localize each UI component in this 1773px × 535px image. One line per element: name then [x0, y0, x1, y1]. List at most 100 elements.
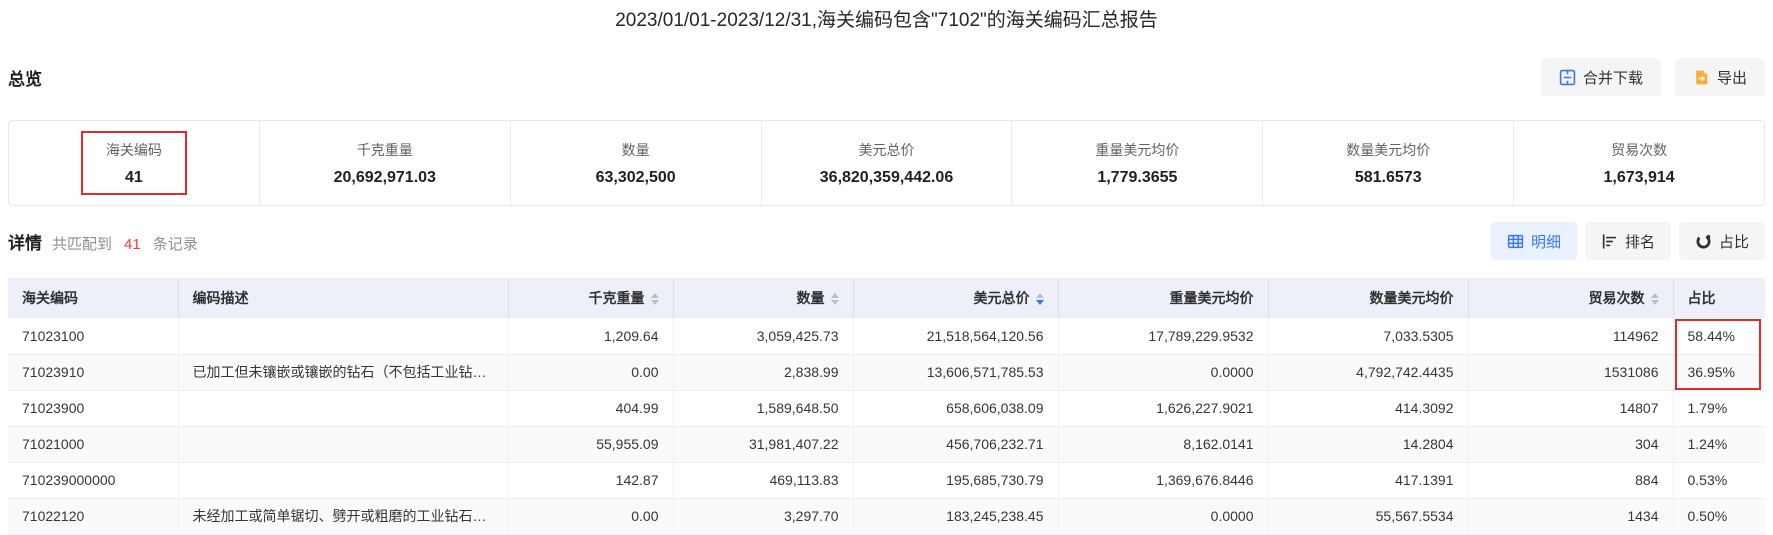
- cell-quantity: 3,059,425.73: [673, 318, 854, 355]
- donut-chart-icon: [1695, 233, 1712, 250]
- col-header-qty-avg-price: 数量美元均价: [1268, 278, 1469, 318]
- view-button-ranking[interactable]: 排名: [1584, 222, 1671, 260]
- cell-trade-count: 114962: [1468, 318, 1674, 355]
- stat-item-customs-code: 海关编码 41: [9, 121, 260, 205]
- stat-label: 重量美元均价: [1095, 141, 1180, 158]
- col-header-quantity[interactable]: 数量: [673, 278, 854, 318]
- cell-customs-code: 71023100: [8, 318, 179, 355]
- cell-quantity: 31,981,407.22: [673, 426, 854, 463]
- table-header-row: 海关编码 编码描述 千克重量 数量 美元总价 重量美元均价 数量美元均价 贸易次…: [8, 278, 1765, 318]
- table-row: 71022120 未经加工或简单锯切、劈开或粗磨的工业钻石：... 0.00 3…: [8, 498, 1765, 535]
- stat-value: 1,673,914: [1603, 168, 1675, 186]
- details-table-wrap: 海关编码 编码描述 千克重量 数量 美元总价 重量美元均价 数量美元均价 贸易次…: [8, 278, 1765, 535]
- cell-usd-total: 13,606,571,785.53: [853, 354, 1059, 391]
- match-suffix: 条记录: [152, 235, 198, 253]
- stat-value: 36,820,359,442.06: [819, 168, 954, 186]
- cell-weight-avg-price: 17,789,229.9532: [1058, 318, 1269, 355]
- overview-heading: 总览: [8, 69, 42, 89]
- view-button-detail[interactable]: 明细: [1490, 222, 1577, 260]
- cell-kg-weight: 0.00: [508, 354, 674, 391]
- sort-icon-active-desc[interactable]: [1035, 293, 1044, 306]
- table-row: 71023900 404.99 1,589,648.50 658,606,038…: [8, 390, 1765, 427]
- cell-customs-code: 71022120: [8, 498, 179, 535]
- table-row: 710239000000 142.87 469,113.83 195,685,7…: [8, 462, 1765, 499]
- stat-label: 数量: [621, 141, 650, 158]
- cell-qty-avg-price: 414.3092: [1268, 390, 1469, 427]
- stat-item-kg-weight: 千克重量 20,692,971.03: [260, 121, 511, 205]
- cell-weight-avg-price: 8,162.0141: [1058, 426, 1269, 463]
- view-button-label: 明细: [1530, 233, 1561, 251]
- cell-proportion: 0.53%: [1673, 462, 1765, 499]
- overview-header-row: 总览 合并下载 导出: [8, 58, 1765, 96]
- cell-quantity: 1,589,648.50: [673, 390, 854, 427]
- cell-weight-avg-price: 1,626,227.9021: [1058, 390, 1269, 427]
- page-title: 2023/01/01-2023/12/31,海关编码包含"7102"的海关编码汇…: [615, 10, 1158, 31]
- col-header-usd-total[interactable]: 美元总价: [853, 278, 1059, 318]
- overview-toolbar: 合并下载 导出: [1540, 58, 1765, 96]
- cell-qty-avg-price: 4,792,742.4435: [1268, 354, 1469, 391]
- stat-value: 41: [125, 168, 143, 186]
- cell-usd-total: 195,685,730.79: [853, 462, 1059, 499]
- match-prefix: 共匹配到: [52, 235, 113, 253]
- cell-trade-count: 1434: [1468, 498, 1674, 535]
- merge-download-button[interactable]: 合并下载: [1540, 58, 1661, 96]
- cell-proportion: 1.79%: [1673, 390, 1765, 427]
- cell-description: [178, 390, 509, 427]
- export-label: 导出: [1716, 69, 1747, 87]
- view-button-proportion[interactable]: 占比: [1678, 222, 1765, 260]
- match-count: 41: [124, 235, 141, 253]
- cell-trade-count: 14807: [1468, 390, 1674, 427]
- cell-weight-avg-price: 0.0000: [1058, 354, 1269, 391]
- cell-qty-avg-price: 14.2804: [1268, 426, 1469, 463]
- stat-label: 千克重量: [356, 141, 413, 158]
- col-header-customs-code: 海关编码: [8, 278, 179, 318]
- cell-kg-weight: 55,955.09: [508, 426, 674, 463]
- cell-trade-count: 884: [1468, 462, 1674, 499]
- stat-value: 1,779.3655: [1097, 168, 1178, 186]
- table-row: 71023100 1,209.64 3,059,425.73 21,518,56…: [8, 318, 1765, 355]
- stat-item-weight-avg-price: 重量美元均价 1,779.3655: [1012, 121, 1264, 205]
- stat-item-qty-avg-price: 数量美元均价 581.6573: [1263, 121, 1515, 205]
- cell-trade-count: 304: [1468, 426, 1674, 463]
- sort-icon[interactable]: [650, 293, 659, 306]
- cell-weight-avg-price: 0.0000: [1058, 498, 1269, 535]
- stat-item-usd-total: 美元总价 36,820,359,442.06: [762, 121, 1013, 205]
- details-table: 海关编码 编码描述 千克重量 数量 美元总价 重量美元均价 数量美元均价 贸易次…: [8, 278, 1765, 535]
- stat-value: 20,692,971.03: [333, 168, 436, 186]
- cell-usd-total: 21,518,564,120.56: [853, 318, 1059, 355]
- cell-proportion: 36.95%: [1673, 354, 1765, 391]
- details-heading: 详情: [8, 233, 42, 253]
- cell-description: 已加工但未镶嵌或镶嵌的钻石（不包括工业钻石...: [178, 354, 509, 391]
- cell-kg-weight: 142.87: [508, 462, 674, 499]
- col-header-proportion: 占比: [1673, 278, 1765, 318]
- cell-qty-avg-price: 417.1391: [1268, 462, 1469, 499]
- view-toggle-group: 明细 排名 占比: [1490, 222, 1765, 260]
- export-button[interactable]: 导出: [1674, 58, 1765, 96]
- col-header-kg-weight[interactable]: 千克重量: [508, 278, 674, 318]
- table-grid-icon: [1507, 233, 1524, 250]
- cell-quantity: 469,113.83: [673, 462, 854, 499]
- cell-proportion: 58.44%: [1673, 318, 1765, 355]
- merge-download-icon: [1559, 69, 1576, 86]
- sort-icon[interactable]: [1650, 293, 1659, 306]
- cell-usd-total: 456,706,232.71: [853, 426, 1059, 463]
- ranking-bars-icon: [1601, 233, 1618, 250]
- details-title-group: 详情 共匹配到 41 条记录: [8, 229, 198, 254]
- view-button-label: 排名: [1624, 233, 1655, 251]
- col-header-trade-count[interactable]: 贸易次数: [1468, 278, 1674, 318]
- cell-proportion: 1.24%: [1673, 426, 1765, 463]
- cell-description: 未经加工或简单锯切、劈开或粗磨的工业钻石：...: [178, 498, 509, 535]
- stat-label: 数量美元均价: [1346, 141, 1431, 158]
- table-row: 71023910 已加工但未镶嵌或镶嵌的钻石（不包括工业钻石... 0.00 2…: [8, 354, 1765, 391]
- report-page: 2023/01/01-2023/12/31,海关编码包含"7102"的海关编码汇…: [0, 0, 1773, 535]
- cell-usd-total: 183,245,238.45: [853, 498, 1059, 535]
- cell-qty-avg-price: 55,567.5534: [1268, 498, 1469, 535]
- view-button-label: 占比: [1718, 233, 1749, 251]
- table-row: 71021000 55,955.09 31,981,407.22 456,706…: [8, 426, 1765, 463]
- cell-customs-code: 71023910: [8, 354, 179, 391]
- stat-label: 贸易次数: [1611, 141, 1668, 158]
- cell-customs-code: 710239000000: [8, 462, 179, 499]
- stat-item-trade-count: 贸易次数 1,673,914: [1514, 121, 1764, 205]
- sort-icon[interactable]: [830, 293, 839, 306]
- stat-value: 581.6573: [1354, 168, 1422, 186]
